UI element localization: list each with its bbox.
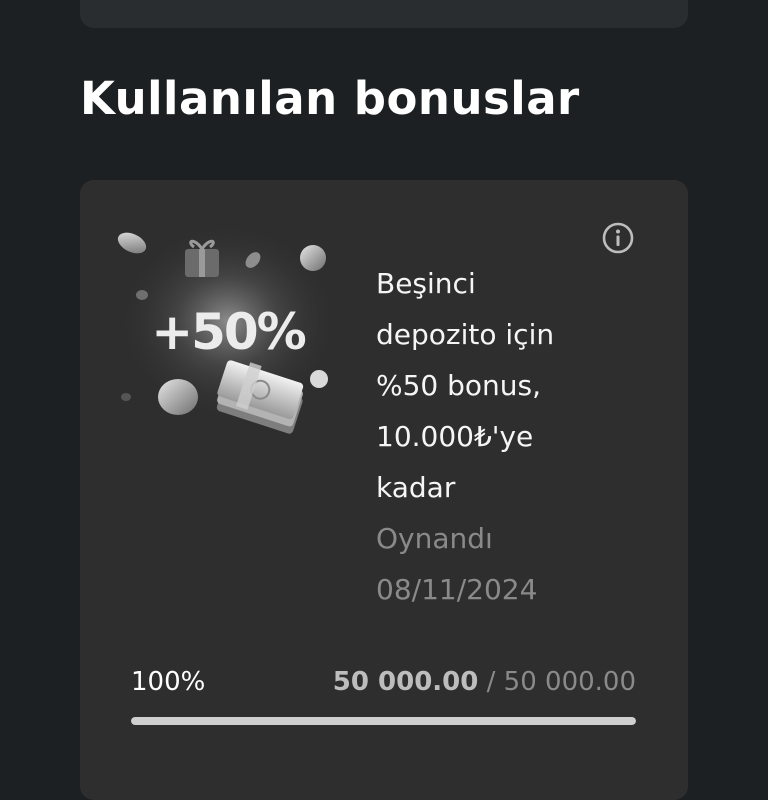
progress-current: 50 000.00 bbox=[332, 667, 479, 697]
wager-progress: 100% 50 000.00 / 50 000.00 bbox=[131, 667, 636, 707]
info-icon[interactable] bbox=[602, 222, 634, 254]
progress-bar bbox=[131, 717, 636, 725]
bonus-badge-text: +50% bbox=[151, 303, 305, 361]
progress-percent: 100% bbox=[131, 667, 206, 697]
bonus-promo-image: +50% bbox=[116, 225, 340, 434]
progress-separator: / bbox=[486, 667, 496, 697]
section-title: Kullanılan bonuslar bbox=[80, 72, 580, 125]
progress-total: 50 000.00 bbox=[503, 667, 636, 697]
progress-bar-fill bbox=[131, 717, 636, 725]
bonus-status: Oynandı bbox=[376, 522, 493, 555]
bonus-card[interactable]: +50% Beşinci depozito için %50 bonus, 10… bbox=[80, 180, 688, 800]
bonus-title: Beşinci depozito için %50 bonus, 10.000₺… bbox=[376, 267, 555, 504]
previous-card bbox=[80, 0, 688, 28]
bonus-date: 08/11/2024 bbox=[376, 573, 538, 606]
progress-amounts: 50 000.00 / 50 000.00 bbox=[333, 667, 636, 697]
bonus-details: Beşinci depozito için %50 bonus, 10.000₺… bbox=[376, 258, 656, 615]
